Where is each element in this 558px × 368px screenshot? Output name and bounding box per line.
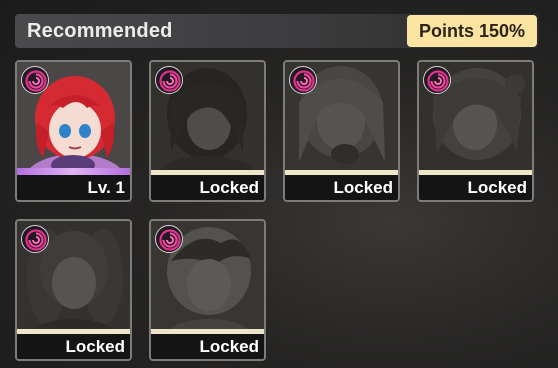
character-card-1[interactable]: Lv. 1 [15, 60, 132, 202]
character-card-4[interactable]: Locked [417, 60, 534, 202]
character-card-3[interactable]: Locked [283, 60, 400, 202]
section-title: Recommended [27, 20, 173, 42]
points-badge: Points 150% [406, 15, 537, 47]
pink-swirl-icon [21, 225, 49, 253]
card-status: Locked [467, 178, 527, 197]
recommended-header: Recommended Points 150% [15, 14, 539, 48]
pink-swirl-icon [21, 66, 49, 94]
card-status: Locked [199, 178, 259, 197]
pink-swirl-icon [423, 66, 451, 94]
card-status: Locked [199, 337, 259, 356]
pink-swirl-icon [155, 66, 183, 94]
card-status: Lv. 1 [87, 178, 125, 197]
pink-swirl-icon [155, 225, 183, 253]
selection-bar [17, 168, 130, 175]
character-card-2[interactable]: Locked [149, 60, 266, 202]
card-status: Locked [333, 178, 393, 197]
pink-swirl-icon [289, 66, 317, 94]
character-card-5[interactable]: Locked [15, 219, 132, 361]
card-status: Locked [65, 337, 125, 356]
character-card-6[interactable]: Locked [149, 219, 266, 361]
